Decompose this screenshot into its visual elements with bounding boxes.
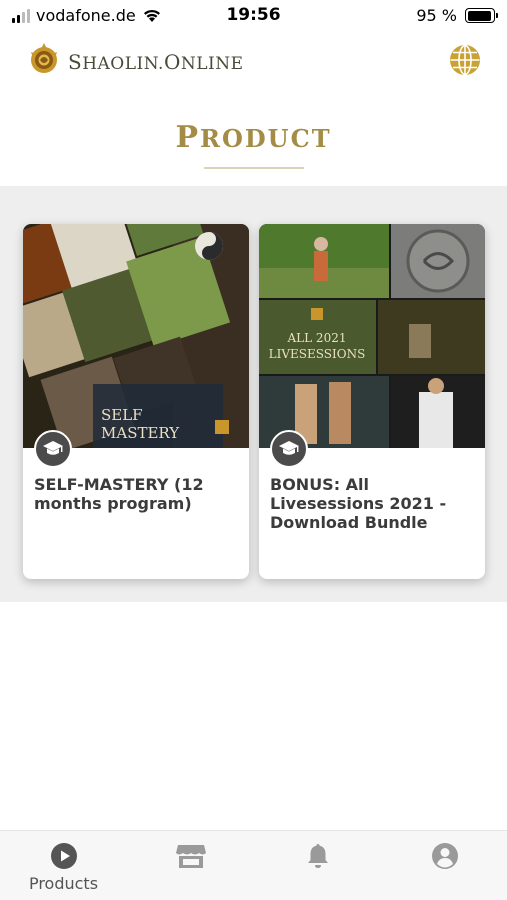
globe-icon[interactable] xyxy=(449,44,481,76)
image-text-line2: MASTERY xyxy=(101,424,180,442)
battery-icon xyxy=(465,8,498,23)
course-badge xyxy=(34,430,72,468)
tab-products[interactable]: Products xyxy=(0,831,127,900)
brand-second-rest: NLINE xyxy=(180,54,244,74)
app-header: SHAOLIN.ONLINE xyxy=(0,38,507,86)
product-image-livesessions: ALL 2021 LIVESESSIONS xyxy=(259,224,485,448)
product-title[interactable]: SELF-MASTERY (12 months program) xyxy=(34,475,239,513)
product-title[interactable]: BONUS: All Livesessions 2021 - Download … xyxy=(270,475,475,532)
shaolin-emblem-icon[interactable] xyxy=(27,42,61,76)
brand-initial: S xyxy=(68,50,83,74)
product-card-self-mastery[interactable]: SELF MASTERY SELF-MASTERY (12 months pro… xyxy=(23,224,249,579)
bell-icon xyxy=(307,844,328,868)
tab-profile[interactable] xyxy=(381,831,507,900)
status-right: 95 % xyxy=(416,6,498,25)
image-text-line1: ALL 2021 xyxy=(287,331,347,345)
bottom-tab-bar: Products xyxy=(0,830,507,900)
store-icon xyxy=(175,845,206,868)
battery-percent: 95 % xyxy=(416,6,457,25)
status-bar: vodafone.de 19:56 95 % xyxy=(0,0,507,32)
page-title-rest: RODUCT xyxy=(200,124,332,153)
product-card-livesessions-2021[interactable]: ALL 2021 LIVESESSIONS BONUS: All Liveses… xyxy=(259,224,485,579)
title-divider xyxy=(204,167,304,169)
image-text-line2: LIVESESSIONS xyxy=(269,347,366,361)
brand-second-initial: O xyxy=(163,50,181,74)
user-circle-icon xyxy=(431,843,458,869)
battery-fill xyxy=(467,10,492,21)
tab-store[interactable] xyxy=(127,831,254,900)
page-title: PRODUCT xyxy=(0,120,507,155)
product-image-self-mastery: SELF MASTERY xyxy=(23,224,249,448)
course-badge xyxy=(270,430,308,468)
play-circle-icon xyxy=(50,843,77,869)
image-text-line1: SELF xyxy=(101,406,143,424)
page-title-initial: P xyxy=(175,120,200,155)
brand-name[interactable]: SHAOLIN.ONLINE xyxy=(68,50,244,74)
tab-notifications[interactable] xyxy=(254,831,381,900)
graduation-cap-icon xyxy=(279,441,299,455)
brand-rest: HAOLIN xyxy=(82,54,159,74)
tab-label-products: Products xyxy=(28,874,99,893)
graduation-cap-icon xyxy=(43,441,63,455)
